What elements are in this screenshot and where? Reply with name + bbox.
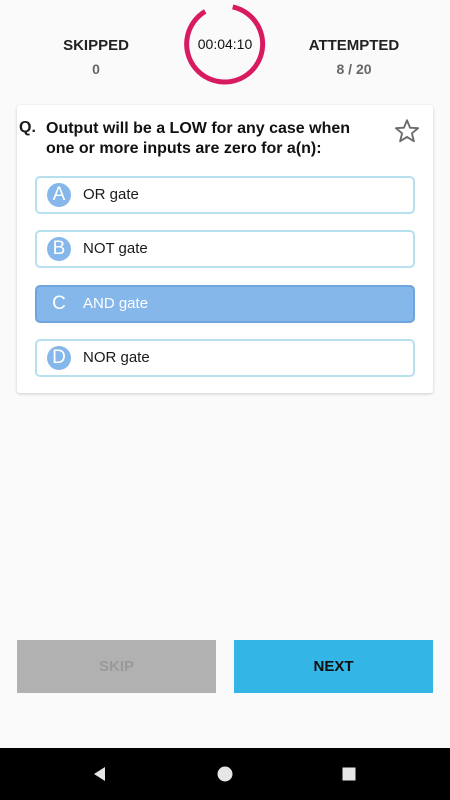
option-c[interactable]: C AND gate: [35, 285, 415, 323]
option-letter-badge: C: [52, 293, 66, 314]
back-triangle-icon[interactable]: [88, 762, 112, 786]
option-text: NOR gate: [83, 349, 150, 366]
attempted-stat: ATTEMPTED 8 / 20: [294, 37, 414, 77]
option-text: AND gate: [83, 295, 149, 312]
star-outline-icon[interactable]: [393, 117, 421, 145]
timer-text: 00:04:10: [197, 36, 253, 52]
option-letter-badge: A: [47, 183, 71, 207]
skipped-stat: SKIPPED 0: [36, 37, 156, 77]
option-text: OR gate: [83, 186, 139, 203]
countdown-timer: 00:04:10: [184, 3, 266, 85]
attempted-label: ATTEMPTED: [308, 37, 400, 54]
skipped-count: 0: [92, 61, 100, 77]
system-nav-bar: [0, 748, 450, 800]
question-card: Q. Output will be a LOW for any case whe…: [17, 105, 433, 393]
option-a[interactable]: A OR gate: [35, 176, 415, 214]
question-text: Output will be a LOW for any case when o…: [46, 120, 351, 157]
next-button[interactable]: NEXT: [234, 640, 433, 693]
question-prefix: Q.: [19, 119, 36, 136]
option-d[interactable]: D NOR gate: [35, 339, 415, 377]
option-letter-badge: D: [47, 346, 71, 370]
skip-button[interactable]: SKIP: [17, 640, 216, 693]
option-letter-badge: B: [47, 237, 71, 261]
attempted-count: 8 / 20: [336, 61, 372, 77]
option-text: NOT gate: [83, 240, 148, 257]
skipped-label: SKIPPED: [63, 37, 129, 54]
option-b[interactable]: B NOT gate: [35, 230, 415, 268]
home-circle-icon[interactable]: [213, 762, 237, 786]
recents-square-icon[interactable]: [337, 762, 361, 786]
stats-header: SKIPPED 0 00:04:10 ATTEMPTED 8 / 20: [0, 0, 450, 92]
